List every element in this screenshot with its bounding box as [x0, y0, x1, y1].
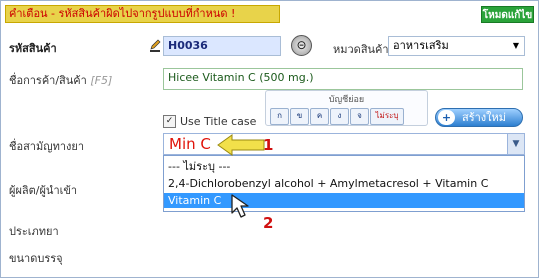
category-select[interactable]: อาหารเสริม ▼ — [388, 36, 525, 56]
generic-name-label: ชื่อสามัญทางยา — [9, 140, 85, 153]
dropdown-option[interactable]: --- ไม่ระบุ --- — [164, 159, 524, 174]
create-new-button[interactable]: + สร้างใหม่ — [435, 108, 523, 127]
package-size-label: ขนาดบรรจุ — [9, 252, 63, 265]
drug-type-label: ประเภทยา — [9, 225, 59, 238]
pencil-icon[interactable] — [149, 38, 161, 52]
dropdown-option-selected[interactable]: Vitamin C — [164, 193, 524, 208]
subindex-button[interactable]: ค — [310, 108, 329, 125]
create-new-label: สร้างใหม่ — [462, 111, 507, 124]
subindex-group: บัญชีย่อย ก ข ค ง จ ไม่ระบุ — [265, 90, 428, 126]
use-title-case-checkbox[interactable]: ✓ Use Title case — [163, 111, 257, 128]
category-label: หมวดสินค้า — [333, 43, 389, 56]
product-form-window: คำเตือน - รหัสสินค้าผิดไปจากรูปแบบที่กำห… — [0, 0, 539, 278]
annotation-number-2: 2 — [263, 214, 274, 232]
subindex-title: บัญชีย่อย — [328, 95, 365, 105]
subindex-button[interactable]: ก — [270, 108, 289, 125]
subindex-button[interactable]: ง — [330, 108, 349, 125]
chevron-down-icon: ▼ — [512, 41, 519, 50]
subindex-button[interactable]: ข — [290, 108, 309, 125]
category-value: อาหารเสริม — [393, 39, 449, 52]
code-lookup-button[interactable]: ⊝ — [291, 35, 312, 56]
generic-name-dropdown: --- ไม่ระบุ --- 2,4-Dichlorobenzyl alcoh… — [163, 155, 525, 212]
product-name-label: ชื่อการค้า/สินค้า [F5] — [9, 71, 112, 89]
subindex-button[interactable]: จ — [350, 108, 369, 125]
product-name-field[interactable]: Hicee Vitamin C (500 mg.) — [163, 68, 523, 90]
manufacturer-label: ผู้ผลิต/ผู้นำเข้า — [9, 184, 78, 197]
product-code-field[interactable]: H0036 — [163, 36, 281, 56]
subindex-button[interactable]: ไม่ระบุ — [370, 108, 404, 125]
annotation-number-1: 1 — [263, 136, 274, 154]
annotation-arrow-icon — [216, 133, 268, 157]
shortcut-hint: [F5] — [90, 74, 113, 87]
cursor-icon — [229, 192, 259, 222]
dropdown-option[interactable]: 2,4-Dichlorobenzyl alcohol + Amylmetacre… — [164, 176, 524, 191]
chevron-down-icon[interactable]: ▼ — [507, 134, 524, 154]
generic-name-value[interactable]: Min C — [169, 135, 211, 153]
warning-banner: คำเตือน - รหัสสินค้าผิดไปจากรูปแบบที่กำห… — [5, 5, 280, 23]
checkmark-icon: ✓ — [163, 115, 176, 128]
plus-icon: + — [438, 110, 455, 125]
mode-badge: โหมดแก้ไข — [481, 6, 534, 23]
product-name-label-text: ชื่อการค้า/สินค้า — [9, 74, 87, 87]
use-title-case-label: Use Title case — [180, 115, 257, 128]
product-code-label: รหัสสินค้า — [9, 42, 57, 55]
lookup-icon: ⊝ — [296, 38, 307, 52]
